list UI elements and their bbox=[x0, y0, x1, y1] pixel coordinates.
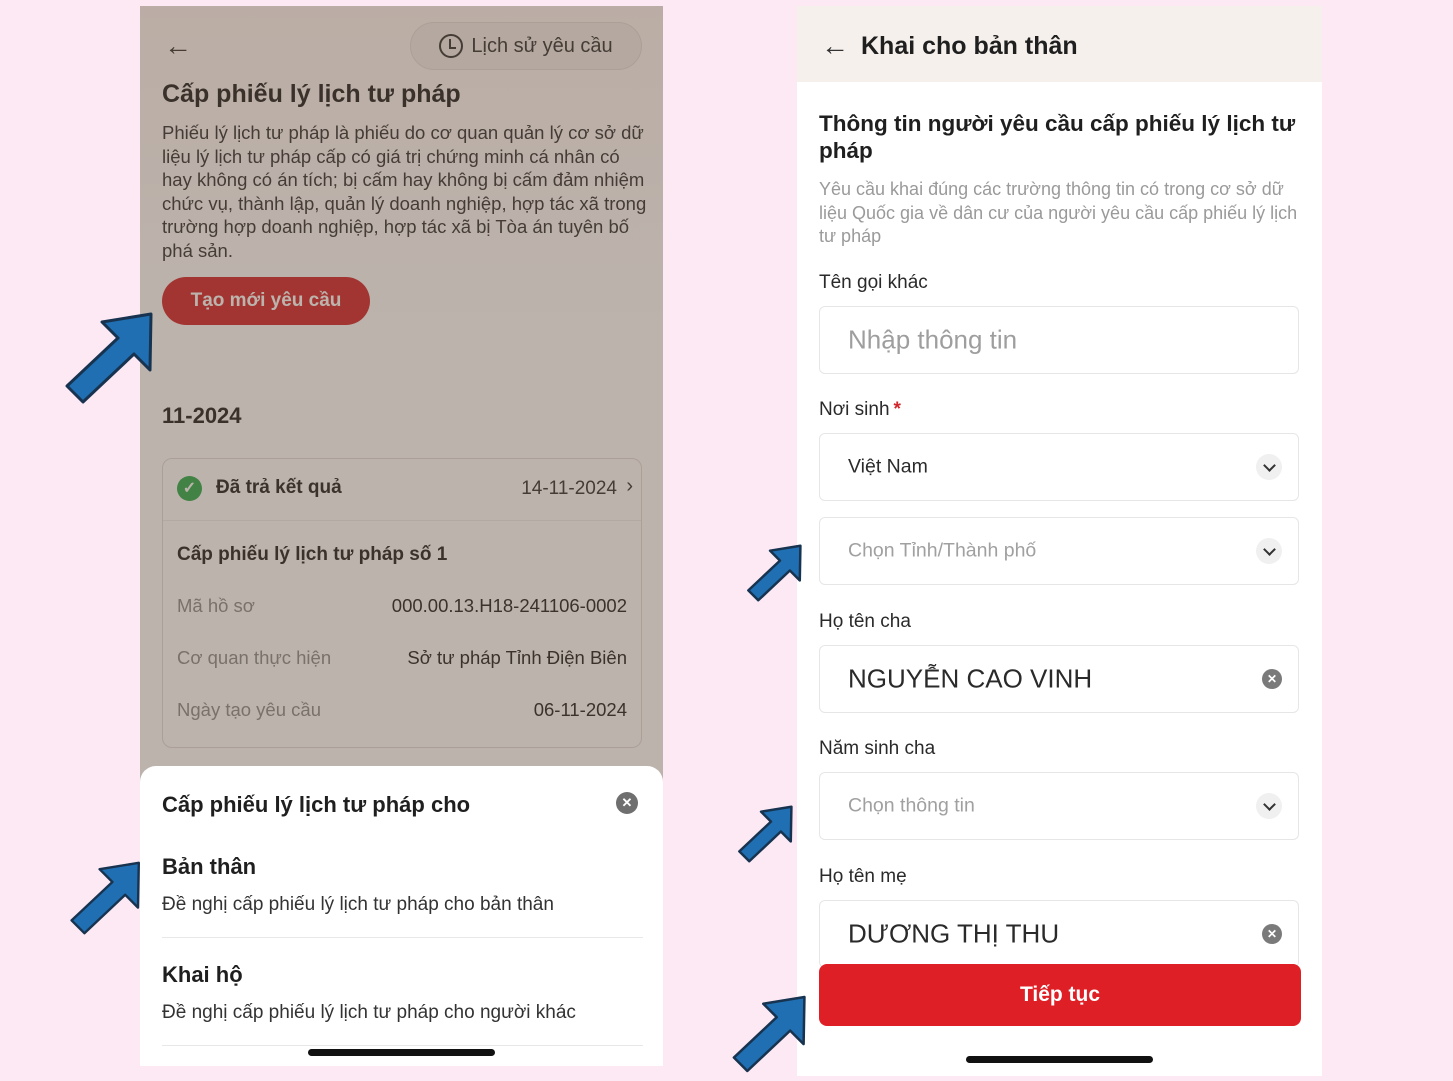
province-select[interactable]: Chọn Tỉnh/Thành phố bbox=[819, 517, 1299, 585]
clear-icon[interactable]: ✕ bbox=[1262, 669, 1282, 689]
birthplace-label: Nơi sinh * bbox=[819, 399, 901, 421]
option-title: Khai hộ bbox=[162, 962, 243, 987]
clear-icon[interactable]: ✕ bbox=[1262, 924, 1282, 944]
back-arrow-icon[interactable]: ← bbox=[821, 32, 849, 60]
option-description: Đề nghị cấp phiếu lý lịch tư pháp cho bả… bbox=[162, 894, 554, 915]
header-title: Khai cho bản thân bbox=[861, 32, 1078, 60]
father-birth-year-label: Năm sinh cha bbox=[819, 738, 936, 759]
header-bar: ← Khai cho bản thân bbox=[797, 6, 1322, 82]
province-placeholder: Chọn Tỉnh/Thành phố bbox=[848, 539, 1037, 562]
mother-name-label: Họ tên mẹ bbox=[819, 866, 907, 887]
option-description: Đề nghị cấp phiếu lý lịch tư pháp cho ng… bbox=[162, 1002, 576, 1023]
mother-name-input[interactable]: DƯƠNG THỊ THU ✕ bbox=[819, 900, 1299, 968]
left-phone-screen: ← Lịch sử yêu cầu Cấp phiếu lý lịch tư p… bbox=[140, 6, 663, 1066]
country-select[interactable]: Việt Nam bbox=[819, 433, 1299, 501]
required-mark: * bbox=[893, 399, 901, 420]
continue-button[interactable]: Tiếp tục bbox=[819, 964, 1301, 1026]
other-name-input[interactable]: Nhập thông tin bbox=[819, 306, 1299, 374]
bottom-sheet: Cấp phiếu lý lịch tư pháp cho ✕ Bản thân… bbox=[140, 766, 663, 1066]
home-indicator bbox=[966, 1056, 1153, 1063]
father-birth-year-select[interactable]: Chọn thông tin bbox=[819, 772, 1299, 840]
father-name-label: Họ tên cha bbox=[819, 611, 911, 632]
chevron-down-icon bbox=[1256, 538, 1282, 564]
chevron-down-icon bbox=[1256, 793, 1282, 819]
right-phone-screen: ← Khai cho bản thân Thông tin người yêu … bbox=[797, 6, 1322, 1076]
close-icon[interactable]: ✕ bbox=[616, 792, 638, 814]
pointer-arrow-icon bbox=[65, 312, 153, 404]
mother-name-value: DƯƠNG THỊ THU bbox=[848, 918, 1060, 949]
other-name-label: Tên gọi khác bbox=[819, 272, 928, 293]
divider bbox=[162, 1045, 643, 1046]
section-title: Thông tin người yêu cầu cấp phiếu lý lịc… bbox=[819, 111, 1296, 163]
country-value: Việt Nam bbox=[848, 455, 928, 478]
divider bbox=[162, 937, 643, 938]
option-title: Bản thân bbox=[162, 854, 257, 879]
father-name-value: NGUYỄN CAO VINH bbox=[848, 663, 1093, 694]
sheet-title: Cấp phiếu lý lịch tư pháp cho bbox=[162, 792, 471, 817]
father-name-input[interactable]: NGUYỄN CAO VINH ✕ bbox=[819, 645, 1299, 713]
pointer-arrow-icon bbox=[732, 995, 806, 1073]
pointer-arrow-icon bbox=[738, 805, 793, 863]
father-birth-year-placeholder: Chọn thông tin bbox=[848, 794, 975, 817]
home-indicator bbox=[308, 1049, 495, 1056]
chevron-down-icon bbox=[1256, 454, 1282, 480]
pointer-arrow-icon bbox=[70, 861, 140, 935]
section-description: Yêu cầu khai đúng các trường thông tin c… bbox=[819, 179, 1298, 246]
pointer-arrow-icon bbox=[747, 544, 802, 602]
other-name-placeholder: Nhập thông tin bbox=[848, 324, 1018, 355]
birthplace-label-text: Nơi sinh bbox=[819, 399, 890, 420]
